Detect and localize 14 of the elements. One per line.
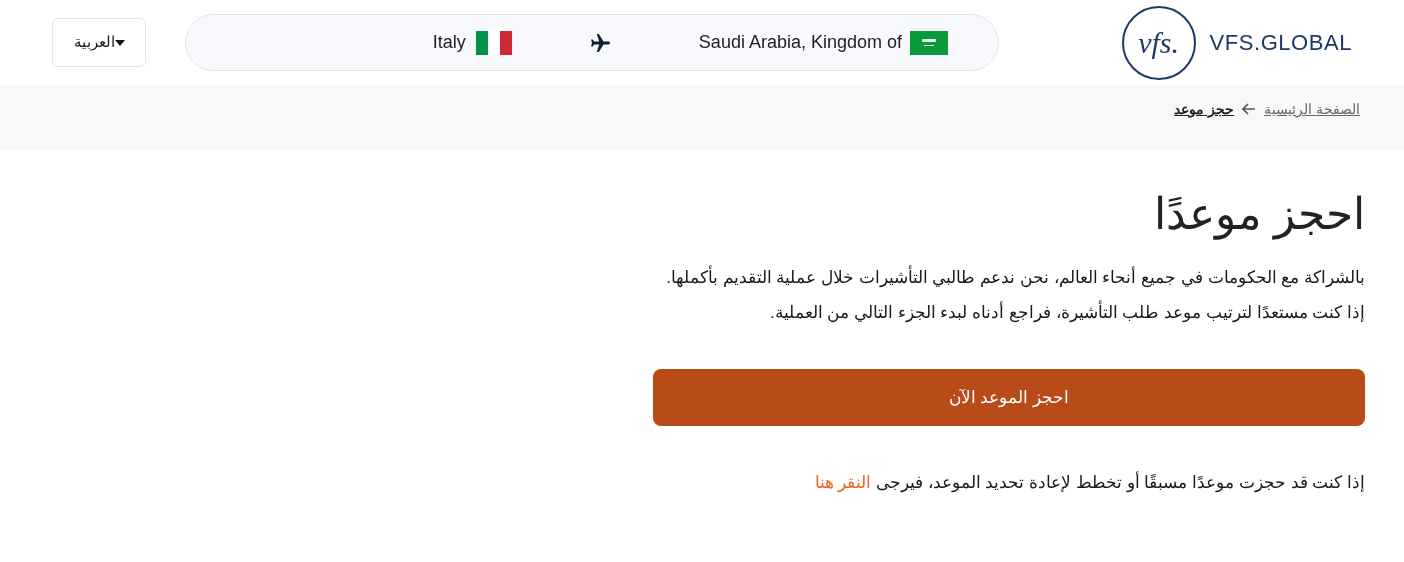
book-now-button[interactable]: احجز الموعد الآن [653,369,1365,426]
saudi-flag-icon [910,30,948,55]
italy-flag-icon [474,30,513,55]
breadcrumb-link[interactable]: حجز موعد [1174,99,1235,120]
click-here-link[interactable]: النقر هنا [814,473,872,492]
language-dropdown[interactable]: العربية [52,18,146,67]
origin-country: Saudi Arabia, Kingdom of [698,31,902,54]
logo-wordmark: VFS.GLOBAL [1209,29,1352,57]
rebook-text: إذا كنت قد حجزت موعدًا مسبقًا أو تخطط لإعادة تحديد الموعد، فيرجى النقر هنا [813,470,1365,495]
breadcrumb-link[interactable]: الصفحة الرئيسية [1264,99,1360,120]
page-title: احجز موعدًا [1152,188,1365,242]
caret-icon [114,39,125,46]
arrow-icon [1242,103,1257,115]
destination-country: Italy [432,31,466,54]
